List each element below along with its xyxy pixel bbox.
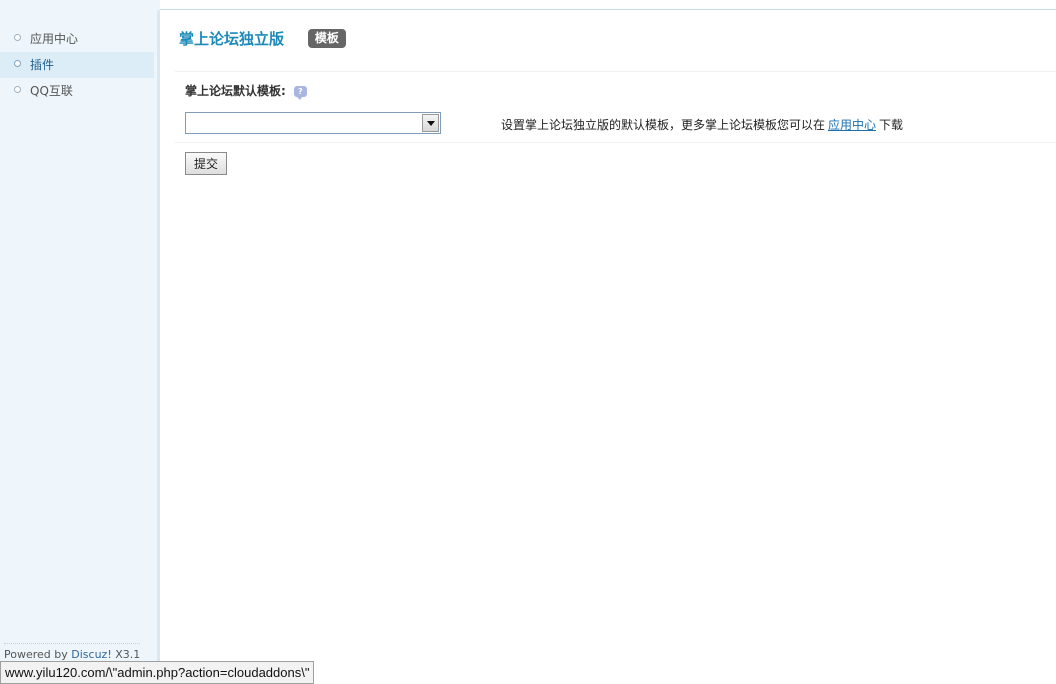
- setting-label: 掌上论坛默认模板:?: [185, 82, 307, 100]
- sidebar: 应用中心 插件 QQ互联 Powered by Discuz! X3.1: [0, 10, 160, 684]
- sidebar-item-label: QQ互联: [30, 84, 73, 98]
- powered-by-prefix: Powered by: [4, 648, 72, 661]
- sidebar-item-label: 应用中心: [30, 32, 79, 46]
- sidebar-divider: [4, 643, 140, 644]
- app-center-link[interactable]: 应用中心: [828, 118, 876, 132]
- submit-button[interactable]: 提交: [185, 152, 227, 175]
- setting-description-text: 设置掌上论坛独立版的默认模板，更多掌上论坛模板您可以在: [501, 118, 826, 132]
- discuz-link[interactable]: Discuz!: [71, 648, 111, 661]
- main-content: 掌上论坛独立版 模板 掌上论坛默认模板:? 设置掌上论坛独立版的默认模板，更多掌…: [160, 10, 1056, 684]
- setting-label-text: 掌上论坛默认模板:: [185, 84, 286, 98]
- setting-description: 设置掌上论坛独立版的默认模板，更多掌上论坛模板您可以在 应用中心 下载: [501, 116, 903, 133]
- sidebar-item-qq-connect[interactable]: QQ互联: [0, 78, 154, 104]
- powered-by-version: X3.1: [111, 648, 141, 661]
- title-divider: [175, 71, 1056, 72]
- setting-description-suffix: 下载: [879, 118, 904, 132]
- sidebar-item-app-center[interactable]: 应用中心: [0, 26, 154, 52]
- powered-by: Powered by Discuz! X3.1: [4, 648, 140, 661]
- help-bubble-icon[interactable]: ?: [293, 86, 307, 100]
- breadcrumb-bar-left: [0, 0, 160, 10]
- status-bar-url: www.yilu120.com/\"admin.php?action=cloud…: [0, 661, 315, 684]
- sidebar-item-label: 插件: [30, 58, 55, 72]
- template-select[interactable]: [185, 112, 441, 134]
- sidebar-item-plugins[interactable]: 插件: [0, 52, 154, 78]
- circle-bullet-icon: [14, 86, 21, 93]
- breadcrumb-bar: [0, 0, 1056, 10]
- tab-template[interactable]: 模板: [307, 29, 346, 48]
- title-row: 掌上论坛独立版 模板: [179, 28, 346, 50]
- sidebar-menu: 应用中心 插件 QQ互联: [0, 26, 157, 104]
- row-divider: [175, 142, 1056, 143]
- circle-bullet-icon: [14, 60, 21, 67]
- circle-bullet-icon: [14, 34, 21, 41]
- chevron-down-icon[interactable]: [422, 114, 439, 132]
- page-title: 掌上论坛独立版: [179, 30, 285, 48]
